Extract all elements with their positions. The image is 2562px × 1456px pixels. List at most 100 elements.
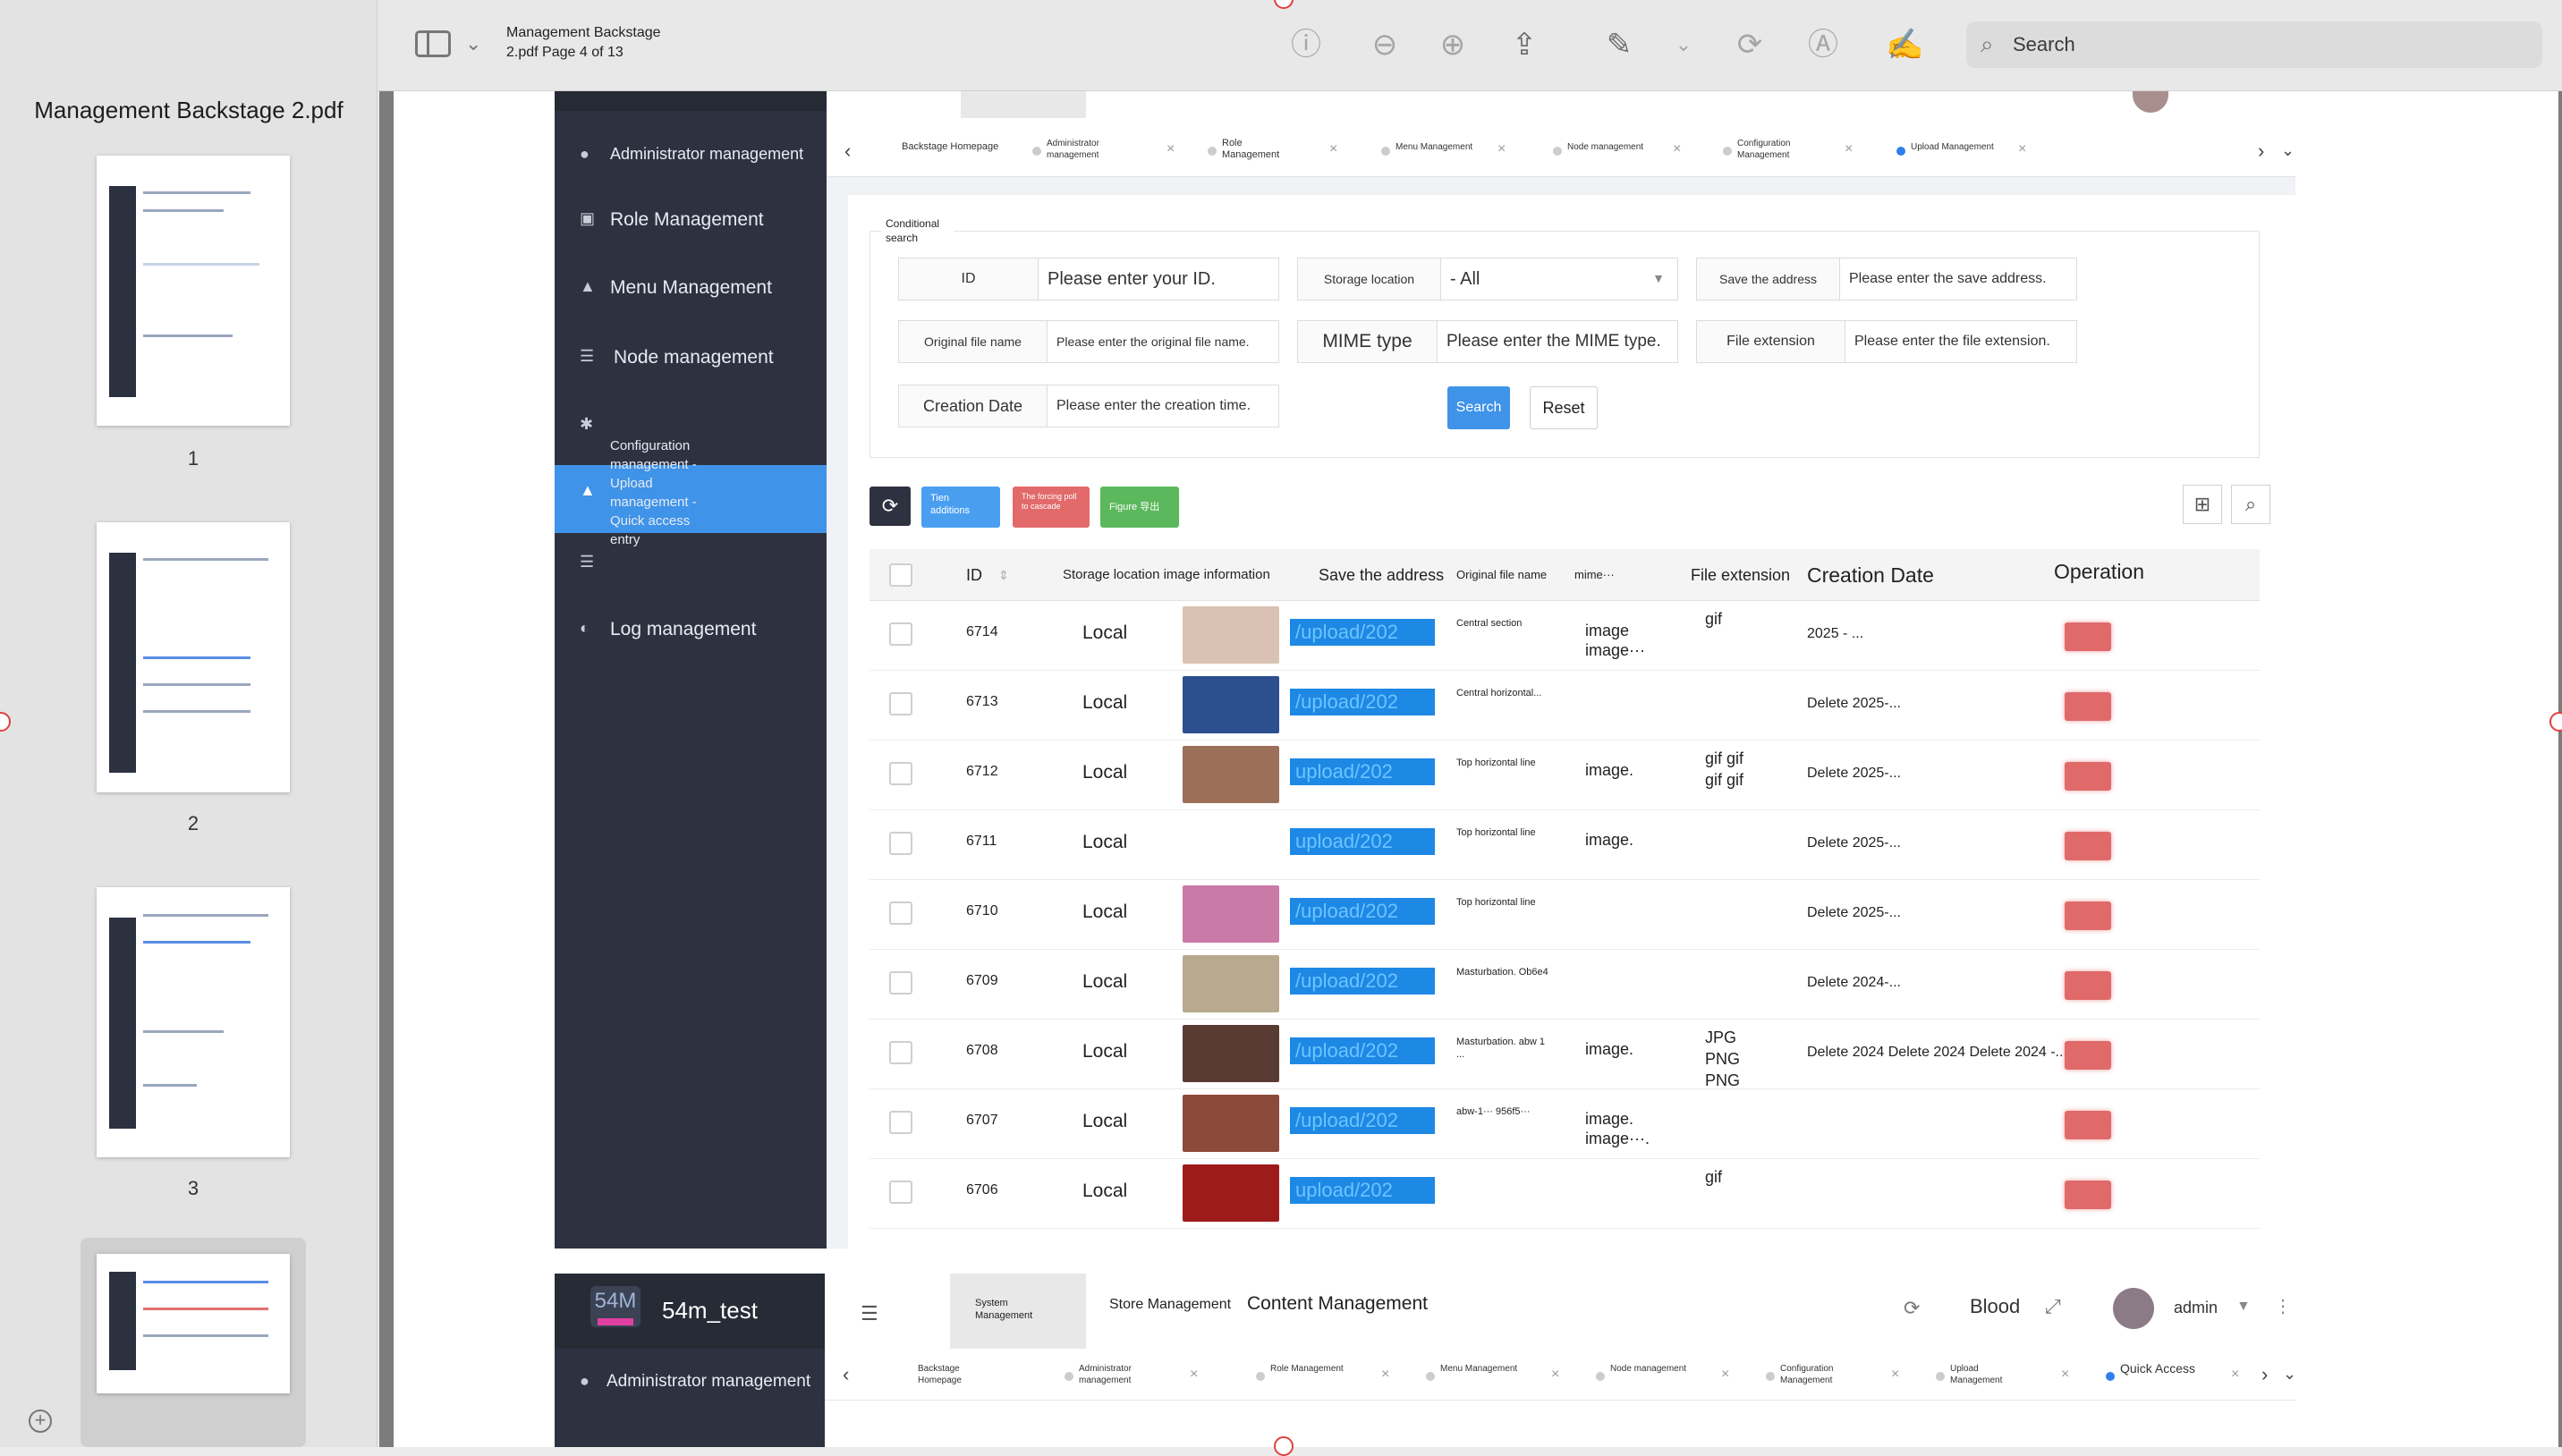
tab-scroll-right-icon[interactable]: ›: [2261, 1363, 2268, 1386]
tab-menu-icon[interactable]: ⌄: [2283, 1365, 2295, 1384]
row-operation-button[interactable]: [2065, 902, 2111, 930]
page-thumbnail-3[interactable]: [97, 887, 290, 1157]
sidebar-toggle-icon[interactable]: [415, 30, 451, 57]
search-input[interactable]: [2013, 21, 2532, 68]
page-thumbnail-2[interactable]: [97, 522, 290, 792]
refresh-icon[interactable]: ⟳: [1904, 1297, 1920, 1320]
row-checkbox[interactable]: [889, 832, 912, 855]
rotate-icon[interactable]: ⟳: [1732, 27, 1768, 63]
row-image-thumbnail[interactable]: [1183, 1025, 1279, 1082]
header-tab-content[interactable]: Content Management: [1247, 1274, 1428, 1349]
row-operation-button[interactable]: [2065, 622, 2111, 651]
page-thumbnail-4[interactable]: [97, 1254, 290, 1393]
id-field[interactable]: ID Please enter your ID.: [898, 258, 1279, 301]
row-save-address[interactable]: upload/202: [1290, 1177, 1435, 1204]
blood-label[interactable]: Blood: [1970, 1295, 2020, 1318]
annotation-handle[interactable]: [1274, 1436, 1294, 1456]
row-image-thumbnail[interactable]: [1183, 1164, 1279, 1222]
avatar[interactable]: [2113, 1288, 2154, 1329]
header-tab-store[interactable]: Store Management: [1109, 1274, 1234, 1349]
table-row[interactable]: 6707 Local/upload/202 abw-1··· 956f5··· ima…: [870, 1089, 2260, 1159]
row-operation-button[interactable]: [2065, 1111, 2111, 1139]
row-save-address[interactable]: /upload/202: [1290, 898, 1435, 925]
zoom-out-icon[interactable]: ⊖: [1367, 27, 1403, 63]
row-operation-button[interactable]: [2065, 832, 2111, 860]
table-row[interactable]: 6713 Local/upload/202 Central horizontal..…: [870, 671, 2260, 741]
pdf-page: ● Administrator management ▣ Role Manage…: [394, 91, 2558, 1447]
row-operation-button[interactable]: [2065, 692, 2111, 721]
table-row[interactable]: 6708 Local/upload/202 Masturbation. abw 1 …: [870, 1020, 2260, 1089]
sign-icon[interactable]: ✍: [1886, 27, 1923, 63]
row-image-thumbnail[interactable]: [1183, 955, 1279, 1012]
row-save-address[interactable]: upload/202: [1290, 828, 1435, 855]
row-save-address[interactable]: /upload/202: [1290, 968, 1435, 995]
reset-button[interactable]: Reset: [1530, 386, 1598, 429]
mime-type-field[interactable]: MIME type Please enter the MIME type.: [1297, 320, 1678, 363]
tab-scroll-left-icon[interactable]: ‹: [843, 1363, 849, 1386]
tab-scroll-right-icon[interactable]: ›: [2258, 140, 2264, 163]
search-field[interactable]: ⌕: [1966, 21, 2542, 68]
search-button[interactable]: Search: [1447, 386, 1510, 429]
row-save-address[interactable]: /upload/202: [1290, 1037, 1435, 1064]
row-image-thumbnail[interactable]: [1183, 746, 1279, 803]
export-button[interactable]: Figure 导出: [1100, 487, 1179, 528]
chevron-down-icon[interactable]: ⌄: [1666, 27, 1701, 63]
row-checkbox[interactable]: [889, 1041, 912, 1064]
row-save-address[interactable]: /upload/202: [1290, 1107, 1435, 1134]
row-operation-button[interactable]: [2065, 971, 2111, 1000]
table-row[interactable]: 6710 Local/upload/202 Top horizontal line D…: [870, 880, 2260, 950]
original-file-name-field[interactable]: Original file name Please enter the orig…: [898, 320, 1279, 363]
table-row[interactable]: 6711 Local upload/202 Top horizontal line im…: [870, 810, 2260, 880]
tab-scroll-left-icon[interactable]: ‹: [844, 140, 851, 163]
grid-view-icon[interactable]: ⊞: [2183, 485, 2222, 524]
row-checkbox[interactable]: [889, 762, 912, 785]
row-image-thumbnail[interactable]: [1183, 885, 1279, 943]
header-tab-system[interactable]: System Management: [950, 1274, 1086, 1349]
table-row[interactable]: 6709 Local/upload/202 Masturbation. Ob6e4 D…: [870, 950, 2260, 1020]
creation-date-field[interactable]: Creation Date Please enter the creation …: [898, 385, 1279, 427]
row-checkbox[interactable]: [889, 902, 912, 925]
tab-menu-icon[interactable]: ⌄: [2281, 141, 2295, 160]
table-row[interactable]: 6706 Local upload/202 gif: [870, 1159, 2260, 1229]
row-checkbox[interactable]: [889, 622, 912, 646]
storage-location-select[interactable]: Storage location - All ▼: [1297, 258, 1678, 301]
refresh-icon[interactable]: ⟳: [870, 487, 911, 526]
page-thumbnail-1[interactable]: [97, 156, 290, 426]
row-checkbox[interactable]: [889, 1181, 912, 1204]
row-save-address[interactable]: /upload/202: [1290, 619, 1435, 646]
add-page-icon[interactable]: +: [29, 1409, 52, 1433]
row-checkbox[interactable]: [889, 1111, 912, 1134]
row-image-thumbnail[interactable]: [1183, 606, 1279, 664]
search-toggle-icon[interactable]: ⌕: [2231, 485, 2270, 524]
row-operation-button[interactable]: [2065, 762, 2111, 791]
row-save-address[interactable]: upload/202: [1290, 758, 1435, 785]
sidebar-overlapping-labels: Configuration management - Upload manage…: [610, 438, 697, 547]
sidebar-item-label: Log management: [610, 619, 757, 639]
markup-pen-icon[interactable]: ✎: [1601, 27, 1637, 63]
delete-button[interactable]: The forcing poll to cascade: [1013, 487, 1090, 528]
sort-icon[interactable]: ⇕: [998, 549, 1009, 601]
row-checkbox[interactable]: [889, 971, 912, 995]
share-icon[interactable]: ⇪: [1506, 27, 1542, 63]
fullscreen-icon[interactable]: ⤢: [2045, 1295, 2061, 1318]
row-image-thumbnail[interactable]: [1183, 676, 1279, 733]
row-operation-button[interactable]: [2065, 1181, 2111, 1209]
row-checkbox[interactable]: [889, 692, 912, 715]
info-icon[interactable]: ⓘ: [1288, 27, 1324, 63]
highlight-icon[interactable]: Ⓐ: [1805, 27, 1841, 63]
table-row[interactable]: 6712 Local upload/202 Top horizontal line im…: [870, 741, 2260, 810]
save-address-field[interactable]: Save the address Please enter the save a…: [1696, 258, 2077, 301]
more-icon[interactable]: ⋮: [2274, 1295, 2292, 1317]
zoom-in-icon[interactable]: ⊕: [1435, 27, 1471, 63]
add-button[interactable]: Tien additions: [921, 487, 1000, 528]
file-extension-field[interactable]: File extension Please enter the file ext…: [1696, 320, 2077, 363]
user-name[interactable]: admin: [2174, 1299, 2218, 1317]
chevron-down-icon[interactable]: ▼: [2236, 1299, 2251, 1315]
select-all-checkbox[interactable]: [889, 563, 912, 587]
menu-toggle-icon[interactable]: ☰: [861, 1302, 878, 1325]
row-image-thumbnail[interactable]: [1183, 1095, 1279, 1152]
chevron-down-icon[interactable]: ⌄: [465, 32, 481, 55]
row-operation-button[interactable]: [2065, 1041, 2111, 1070]
row-save-address[interactable]: /upload/202: [1290, 689, 1435, 715]
table-row[interactable]: 6714 Local/upload/202 Central section image…: [870, 601, 2260, 671]
